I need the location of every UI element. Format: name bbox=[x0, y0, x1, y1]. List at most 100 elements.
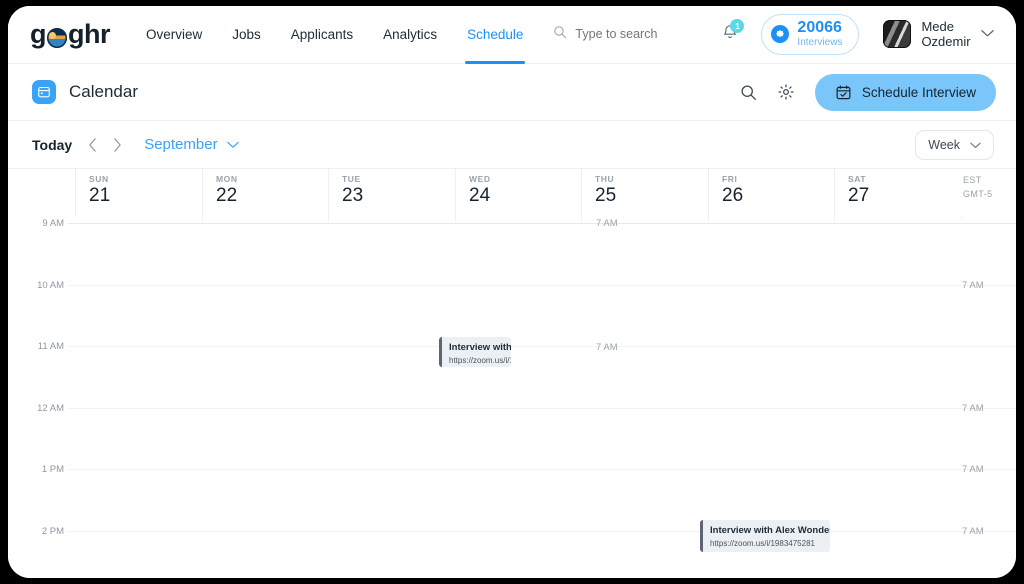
time-label: 11 AM bbox=[37, 341, 64, 352]
nav-item-applicants[interactable]: Applicants bbox=[291, 6, 353, 64]
day-header-thu[interactable]: THU 25 bbox=[581, 169, 708, 216]
calendar-check-icon bbox=[835, 84, 852, 101]
globe-icon bbox=[47, 27, 67, 48]
calendar-event[interactable]: Interview with Alex Wonder https://zoom.u… bbox=[439, 337, 511, 367]
day-header-mon[interactable]: MON 22 bbox=[202, 169, 328, 216]
day-number: 23 bbox=[342, 185, 364, 206]
page-header: Calendar Schedule Interview bbox=[8, 64, 1016, 121]
month-label: September bbox=[144, 136, 218, 153]
hour-gridline bbox=[68, 346, 1016, 347]
nav-right-cluster: 1 20066 Interviews Mede Ozdemir bbox=[553, 14, 994, 55]
day-header-wed[interactable]: WED 24 bbox=[455, 169, 581, 216]
timezone-abbr: EST bbox=[963, 175, 982, 185]
chevron-left-icon[interactable] bbox=[88, 137, 97, 152]
app-window: g ghr Overview Jobs Applicants Analytics… bbox=[8, 6, 1016, 578]
user-name: Mede Ozdemir bbox=[921, 19, 971, 50]
nav-item-analytics[interactable]: Analytics bbox=[383, 6, 437, 64]
interviews-counter-pill[interactable]: 20066 Interviews bbox=[761, 14, 860, 55]
interviews-count: 20066 bbox=[797, 19, 842, 37]
month-selector[interactable]: September bbox=[144, 136, 239, 154]
day-header-sat[interactable]: SAT 27 bbox=[834, 169, 961, 216]
device-frame: g ghr Overview Jobs Applicants Analytics… bbox=[8, 6, 1016, 578]
chevron-down-icon[interactable] bbox=[981, 25, 994, 43]
nav-item-jobs[interactable]: Jobs bbox=[232, 6, 261, 64]
day-of-week-label: THU bbox=[595, 174, 615, 184]
view-mode-label: Week bbox=[928, 137, 960, 152]
day-column-divider bbox=[202, 216, 203, 222]
schedule-interview-label: Schedule Interview bbox=[861, 84, 976, 100]
day-column-divider bbox=[961, 216, 962, 222]
badge-check-icon bbox=[771, 25, 790, 44]
avatar[interactable] bbox=[883, 20, 912, 49]
day-of-week-label: SUN bbox=[89, 174, 109, 184]
day-number: 21 bbox=[89, 185, 111, 206]
calendar-grid[interactable]: 9 AM 10 AM 11 AM 12 AM 1 PM 2 PM 7 AM 7 AM 7 AM 7… bbox=[8, 216, 1016, 578]
slot-time-marker: 7 AM bbox=[962, 280, 984, 291]
timezone-indicator: EST GMT-5 bbox=[963, 174, 1016, 202]
slot-time-marker: 7 AM bbox=[962, 403, 984, 414]
hour-gridline bbox=[68, 284, 1016, 286]
search-icon bbox=[553, 25, 567, 44]
day-number: 22 bbox=[216, 185, 238, 206]
event-title: Interview with Alex Wonder bbox=[710, 525, 830, 536]
hour-gridline bbox=[68, 223, 1016, 224]
hour-gridline bbox=[68, 469, 1016, 470]
day-of-week-label: FRI bbox=[722, 174, 738, 184]
day-of-week-label: WED bbox=[469, 174, 491, 184]
event-title: Interview with Alex Wonder bbox=[449, 342, 511, 353]
day-column-divider bbox=[708, 216, 709, 222]
time-label: 9 AM bbox=[42, 218, 64, 229]
calendar-icon bbox=[32, 80, 56, 104]
day-number: 26 bbox=[722, 185, 744, 206]
main-nav: Overview Jobs Applicants Analytics Sched… bbox=[146, 6, 553, 64]
slot-time-marker: 7 AM bbox=[596, 342, 618, 353]
time-label: 10 AM bbox=[37, 279, 64, 291]
timezone-offset: GMT-5 bbox=[963, 188, 993, 199]
top-navbar: g ghr Overview Jobs Applicants Analytics… bbox=[8, 6, 1016, 64]
chevron-down-icon bbox=[226, 136, 239, 154]
notification-badge: 1 bbox=[730, 19, 745, 34]
slot-time-marker: 7 AM bbox=[962, 464, 984, 475]
day-header-tue[interactable]: TUE 23 bbox=[328, 169, 455, 216]
search-icon[interactable] bbox=[740, 84, 757, 101]
day-of-week-label: MON bbox=[216, 174, 238, 184]
day-header-sun[interactable]: SUN 21 bbox=[75, 169, 202, 216]
today-button[interactable]: Today bbox=[32, 137, 72, 153]
view-mode-select[interactable]: Week bbox=[915, 129, 994, 160]
event-meeting-link: https://zoom.us/i/1983475281 bbox=[710, 539, 815, 548]
nav-item-overview[interactable]: Overview bbox=[146, 6, 202, 64]
day-number: 24 bbox=[469, 185, 491, 206]
event-meeting-link: https://zoom.us/i/1983475281 bbox=[449, 356, 511, 365]
day-of-week-label: SAT bbox=[848, 174, 867, 184]
slot-time-marker: 7 AM bbox=[596, 218, 618, 229]
day-number: 25 bbox=[595, 185, 617, 206]
calendar-week-view: EST GMT-5 SUN 21 MON 22 TUE 23 WED 24 THU 25 FRI 26… bbox=[8, 169, 1016, 578]
time-label: 1 PM bbox=[41, 464, 64, 475]
day-column-divider bbox=[328, 216, 329, 222]
notifications-button[interactable]: 1 bbox=[721, 19, 745, 46]
day-number: 27 bbox=[848, 185, 870, 206]
calendar-event[interactable]: Interview with Alex Wonder https://zoom.u… bbox=[700, 520, 830, 552]
calendar-day-headers: EST GMT-5 SUN 21 MON 22 TUE 23 WED 24 THU 25 FRI 26… bbox=[8, 169, 1016, 216]
schedule-interview-button[interactable]: Schedule Interview bbox=[814, 73, 996, 111]
nav-item-schedule[interactable]: Schedule bbox=[465, 6, 526, 64]
page-header-actions: Schedule Interview bbox=[740, 73, 996, 111]
day-column-divider bbox=[581, 216, 582, 222]
day-column-divider bbox=[834, 216, 835, 222]
global-search[interactable] bbox=[553, 25, 696, 44]
day-of-week-label: TUE bbox=[342, 174, 361, 184]
day-header-fri[interactable]: FRI 26 bbox=[708, 169, 834, 216]
brand-logo-text-left: g bbox=[30, 19, 47, 49]
hour-gridline bbox=[68, 407, 1016, 409]
chevron-right-icon[interactable] bbox=[113, 137, 122, 152]
calendar-toolbar: Today September Week bbox=[8, 121, 1016, 169]
brand-logo[interactable]: g ghr bbox=[30, 19, 111, 50]
time-label: 2 PM bbox=[41, 525, 64, 537]
slot-time-marker: 7 AM bbox=[962, 526, 984, 537]
time-label: 12 AM bbox=[37, 402, 64, 414]
gear-icon[interactable] bbox=[777, 83, 795, 101]
interviews-label: Interviews bbox=[797, 36, 843, 48]
brand-logo-text-right: ghr bbox=[68, 19, 111, 49]
search-input[interactable] bbox=[575, 27, 696, 42]
hour-gridline bbox=[68, 530, 1016, 532]
